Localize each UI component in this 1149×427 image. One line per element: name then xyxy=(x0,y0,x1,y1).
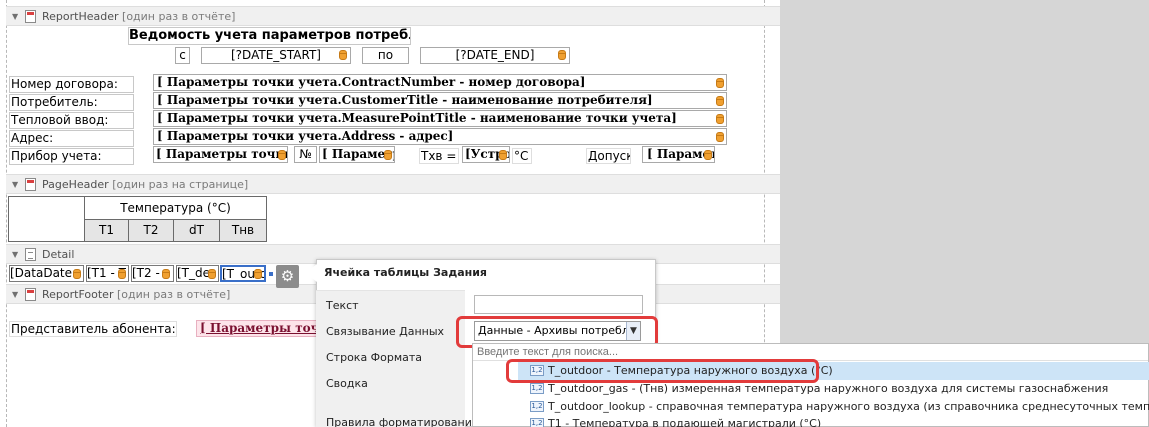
temperature-group-header[interactable]: Температура (°C) xyxy=(84,196,267,220)
from-label[interactable]: с xyxy=(175,47,190,64)
measure-point-field[interactable]: [ Параметры точки учета.MeasurePointTitl… xyxy=(153,110,727,127)
list-item[interactable]: 1,2 T_outdoor_lookup - справочная темпер… xyxy=(530,400,1149,413)
database-icon xyxy=(716,114,724,124)
format-string-label: Строка Формата xyxy=(326,351,423,364)
band-icon xyxy=(25,287,36,301)
text-input[interactable] xyxy=(474,295,643,314)
numeric-field-icon: 1,2 xyxy=(530,383,544,394)
contract-number-field[interactable]: [ Параметры точки учета.ContractNumber -… xyxy=(153,74,727,91)
database-icon xyxy=(118,269,126,279)
text-property-label: Текст xyxy=(326,299,359,312)
database-icon xyxy=(384,150,392,160)
database-icon xyxy=(716,96,724,106)
collapse-arrow-icon[interactable]: ▼ xyxy=(12,250,22,259)
band-title: PageHeader xyxy=(42,177,109,191)
popup-title: Ячейка таблицы Задания xyxy=(324,266,487,279)
date-end-field[interactable]: [?DATE_END] xyxy=(420,47,570,64)
band-icon xyxy=(25,177,36,191)
column-header-tnv[interactable]: Тнв xyxy=(219,219,267,242)
database-icon xyxy=(558,50,566,60)
device-field[interactable]: [ Параметры точки уч xyxy=(153,146,288,163)
database-icon xyxy=(704,150,712,160)
device-label[interactable]: Прибор учета: xyxy=(9,148,134,165)
band-icon xyxy=(25,247,36,261)
database-icon xyxy=(278,150,286,160)
column-header-t1[interactable]: T1 xyxy=(84,219,129,242)
admission-label[interactable]: Допуск: xyxy=(586,148,631,164)
formatting-rules-label: Правила форматирования xyxy=(326,416,479,427)
numeric-field-icon: 1,2 xyxy=(530,418,544,427)
date-start-field[interactable]: [?DATE_START] xyxy=(201,47,351,64)
database-icon xyxy=(208,269,216,279)
selection-handle[interactable] xyxy=(269,272,273,276)
address-field[interactable]: [ Параметры точки учета.Address - адрес] xyxy=(153,128,727,145)
highlight-box-item xyxy=(506,359,819,383)
tcw-label[interactable]: Тхв = xyxy=(419,148,459,164)
number-label[interactable]: № xyxy=(294,146,317,163)
band-icon xyxy=(25,9,36,23)
band-note: [один раз в отчёте] xyxy=(116,287,231,301)
margin-guide-left xyxy=(6,0,7,427)
database-icon xyxy=(73,269,81,279)
list-item-text: T_outdoor_gas - (Тнв) измеренная темпера… xyxy=(548,382,1109,395)
customer-label[interactable]: Потребитель: xyxy=(9,94,134,111)
address-label[interactable]: Адрес: xyxy=(9,130,134,147)
band-title: ReportHeader xyxy=(42,9,119,23)
list-item-text: T_outdoor_lookup - справочная температур… xyxy=(548,400,1149,413)
collapse-arrow-icon[interactable]: ▼ xyxy=(12,290,22,299)
subscriber-representative-label[interactable]: Представитель абонента: xyxy=(9,321,177,337)
gear-icon[interactable]: ⚙ xyxy=(276,265,299,288)
customer-field[interactable]: [ Параметры точки учета.CustomerTitle - … xyxy=(153,92,727,109)
list-item[interactable]: 1,2 T1 - Температура в подающей магистра… xyxy=(530,417,821,427)
column-header-t2[interactable]: T2 xyxy=(128,219,174,242)
database-icon xyxy=(716,132,724,142)
heat-input-label[interactable]: Тепловой ввод: xyxy=(9,112,134,129)
collapse-arrow-icon[interactable]: ▼ xyxy=(12,180,22,189)
data-binding-label: Связывание Данных xyxy=(326,325,445,338)
band-note: [один раз на странице] xyxy=(112,177,249,191)
summary-label: Сводка xyxy=(326,377,368,390)
list-item-text: T1 - Температура в подающей магистрали (… xyxy=(548,417,822,427)
database-icon xyxy=(162,269,170,279)
band-note: [один раз в отчёте] xyxy=(122,9,236,23)
contract-number-label[interactable]: Номер договора: xyxy=(9,76,134,93)
tcw-unit-label[interactable]: °C xyxy=(512,148,532,164)
page-header-band[interactable]: ▼ PageHeader [один раз на странице] xyxy=(6,174,780,194)
band-title: Detail xyxy=(42,247,75,261)
to-label[interactable]: по xyxy=(362,47,409,64)
table-empty-header-cell[interactable] xyxy=(8,196,84,242)
subscriber-representative-field[interactable]: [ Параметры точки у xyxy=(196,320,320,337)
list-item[interactable]: 1,2 T_outdoor_gas - (Тнв) измеренная тем… xyxy=(530,382,1108,395)
numeric-field-icon: 1,2 xyxy=(530,401,544,412)
report-header-band[interactable]: ▼ ReportHeader [один раз в отчёте] xyxy=(6,6,780,26)
band-title: ReportFooter xyxy=(42,287,114,301)
database-icon xyxy=(339,50,347,60)
database-icon xyxy=(254,269,262,279)
database-icon xyxy=(716,78,724,88)
popup-pointer xyxy=(305,264,317,282)
database-icon xyxy=(499,150,507,160)
collapse-arrow-icon[interactable]: ▼ xyxy=(12,12,22,21)
column-header-dt[interactable]: dT xyxy=(173,219,220,242)
report-title[interactable]: Ведомость учета параметров потребления т… xyxy=(128,27,411,45)
